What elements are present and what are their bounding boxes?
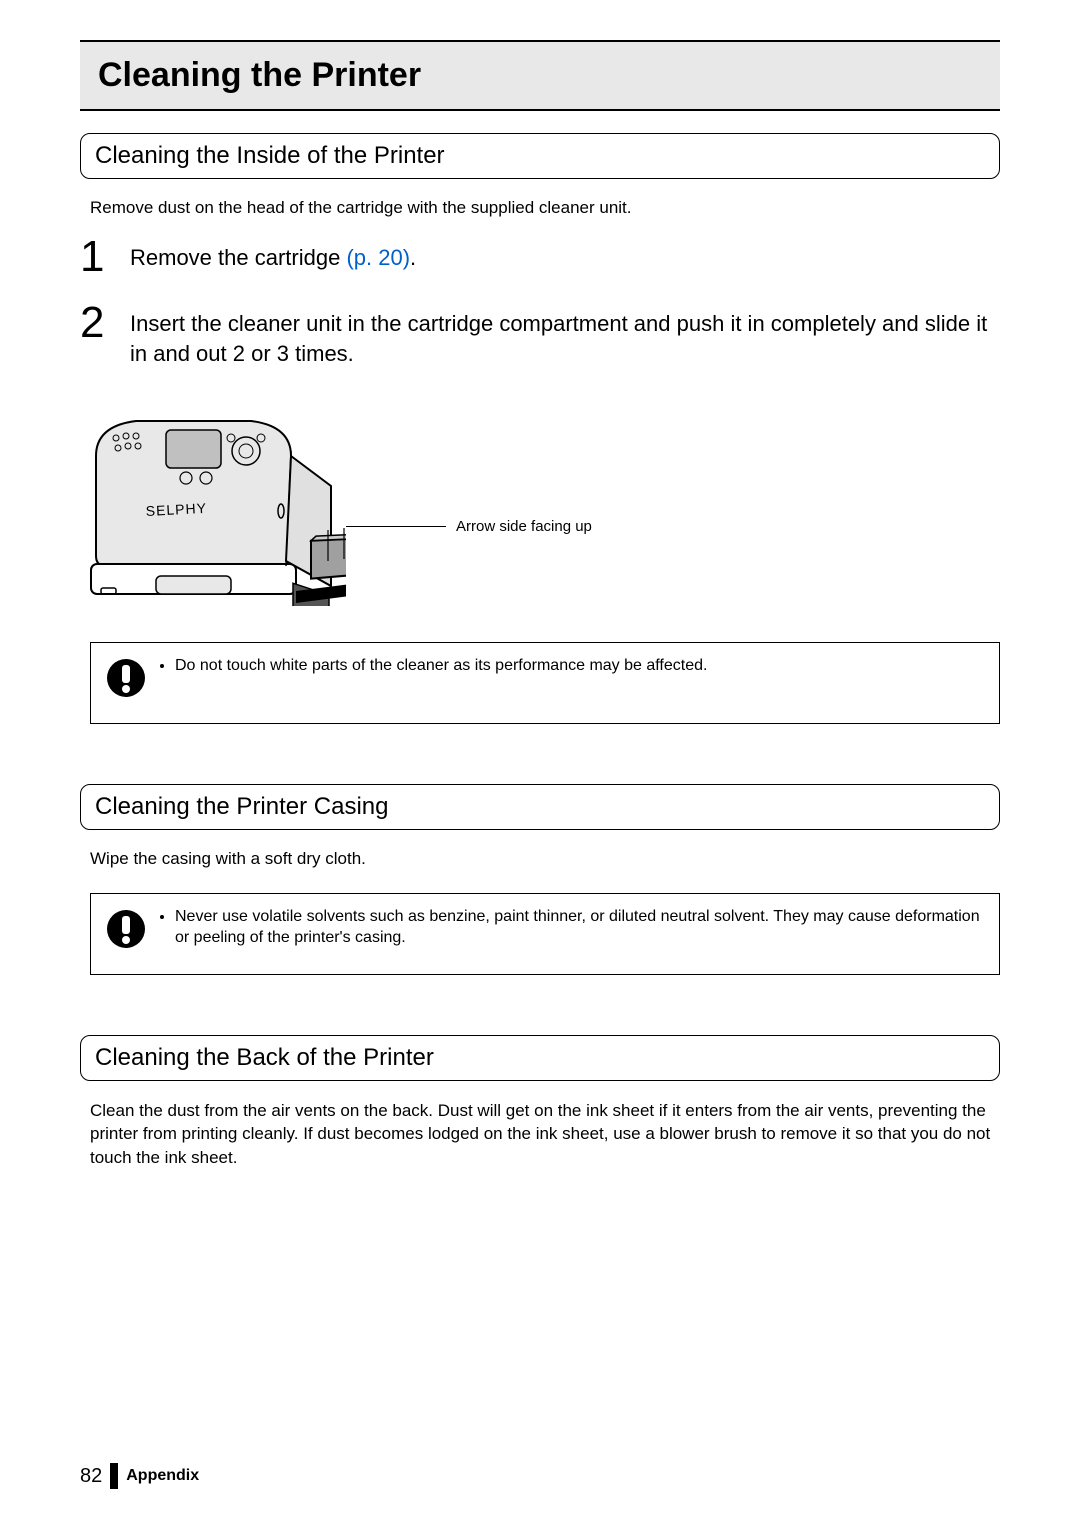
- step-row: 2 Insert the cleaner unit in the cartrid…: [80, 307, 1000, 368]
- page-ref-link[interactable]: (p. 20): [346, 245, 410, 270]
- section1-intro-text: Remove dust on the head of the cartridge…: [90, 197, 1000, 219]
- step-text-2: Insert the cleaner unit in the cartridge…: [130, 307, 1000, 368]
- caution-bullet: Never use volatile solvents such as benz…: [175, 906, 985, 949]
- footer-bar: [110, 1463, 118, 1489]
- illustration-callout: Arrow side facing up: [456, 518, 592, 535]
- section-heading-2: Cleaning the Printer Casing: [95, 793, 985, 821]
- caution-text-1: Do not touch white parts of the cleaner …: [161, 655, 707, 677]
- section2-intro-text: Wipe the casing with a soft dry cloth.: [90, 848, 1000, 870]
- caution-box-2: Never use volatile solvents such as benz…: [90, 893, 1000, 975]
- section-heading-box-1: Cleaning the Inside of the Printer: [80, 133, 1000, 179]
- step-number-1: 1: [80, 235, 130, 279]
- page-title: Cleaning the Printer: [98, 56, 990, 95]
- page: Cleaning the Printer Cleaning the Inside…: [0, 0, 1080, 1529]
- warning-icon: [105, 657, 147, 699]
- printer-svg: SELPHY: [86, 396, 346, 606]
- footer: 82 Appendix: [80, 1463, 199, 1489]
- step-row: 1 Remove the cartridge (p. 20).: [80, 241, 1000, 279]
- illustration-block: SELPHY Arrow side facing up: [86, 396, 1000, 606]
- printer-illustration: SELPHY: [86, 396, 346, 606]
- section-heading-3: Cleaning the Back of the Printer: [95, 1044, 985, 1072]
- section-heading-box-3: Cleaning the Back of the Printer: [80, 1035, 1000, 1081]
- caution-bullet: Do not touch white parts of the cleaner …: [175, 655, 707, 677]
- page-number: 82: [80, 1465, 102, 1488]
- step-text-span: Insert the cleaner unit in the cartridge…: [130, 311, 987, 366]
- svg-text:SELPHY: SELPHY: [145, 500, 207, 519]
- step-number-2: 2: [80, 301, 130, 345]
- footer-appendix-label: Appendix: [126, 1467, 199, 1485]
- section-heading-box-2: Cleaning the Printer Casing: [80, 784, 1000, 830]
- caution-box-1: Do not touch white parts of the cleaner …: [90, 642, 1000, 724]
- page-title-box: Cleaning the Printer: [80, 40, 1000, 111]
- step-text-span: Remove the cartridge: [130, 245, 346, 270]
- section-heading-1: Cleaning the Inside of the Printer: [95, 142, 985, 170]
- step-text-1: Remove the cartridge (p. 20).: [130, 241, 416, 273]
- callout-line: [346, 526, 446, 527]
- step-tail: .: [410, 245, 416, 270]
- section3-intro-text: Clean the dust from the air vents on the…: [90, 1099, 1000, 1170]
- steps-list: 1 Remove the cartridge (p. 20). 2 Insert…: [80, 241, 1000, 368]
- caution-text-2: Never use volatile solvents such as benz…: [161, 906, 985, 949]
- warning-icon: [105, 908, 147, 950]
